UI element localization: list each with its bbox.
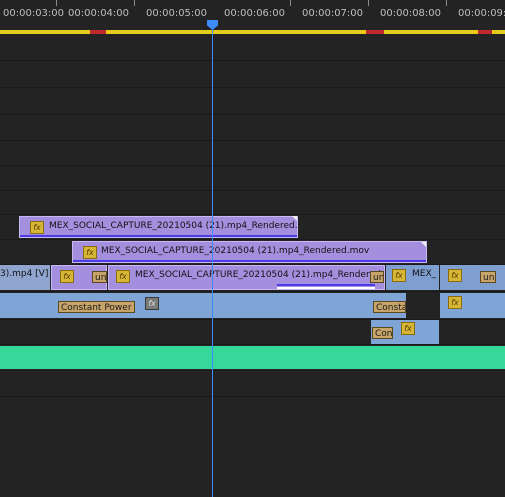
clip-name: MEX_SOCIAL_CAPTURE_20210504 (21).mp4_Ren… <box>135 270 384 280</box>
playhead-line[interactable] <box>212 28 213 497</box>
fx-badge-icon[interactable]: fx <box>116 270 130 283</box>
clip-name: 3).mp4 [V] <box>0 269 49 279</box>
fx-badge-icon[interactable]: fx <box>392 269 406 282</box>
track-divider <box>0 165 505 166</box>
audio-transition-label[interactable]: Constant Power <box>58 301 135 313</box>
video-clip[interactable]: fx MEX_SOCIAL_CAPTURE_20210504 (21).mp4_… <box>108 265 385 290</box>
timecode-label: 00:00:09:0 <box>458 8 505 19</box>
timecode-label: 00:00:05:00 <box>146 8 208 19</box>
clip-render-line <box>73 260 426 262</box>
ruler-tick <box>56 0 57 6</box>
audio-clip[interactable]: fx <box>440 293 505 318</box>
clip-end-marker-icon <box>421 242 426 247</box>
timecode-label: 00:00:04:00 <box>68 8 130 19</box>
fx-badge-icon[interactable]: fx <box>448 296 462 309</box>
fx-badge-icon[interactable]: fx <box>83 246 97 259</box>
track-divider <box>0 291 505 292</box>
clip-name: MEX_SOCIAL_CAPTURE_20210504 (21).mp4_Ren… <box>49 221 298 231</box>
clip-name: MEX_ <box>412 269 437 279</box>
clip-render-line <box>20 235 297 237</box>
track-divider <box>0 140 505 141</box>
timecode-label: 00:00:07:00 <box>302 8 364 19</box>
ruler-tick <box>368 0 369 6</box>
transition-label[interactable]: un <box>370 271 384 283</box>
video-clip[interactable]: fx MEX_SOCIAL_CAPTURE_20210504 (21).mp4_… <box>72 241 427 263</box>
render-bar-red <box>90 30 106 34</box>
video-clip[interactable]: 3).mp4 [V] <box>0 265 50 290</box>
track-divider <box>0 239 505 240</box>
track-divider <box>0 87 505 88</box>
fx-badge-icon[interactable]: fx <box>145 297 159 310</box>
track-divider <box>0 344 505 345</box>
render-bar-red <box>478 30 492 34</box>
audio-clip[interactable] <box>0 346 505 369</box>
timecode-label: 00:00:06:00 <box>224 8 286 19</box>
clip-render-line <box>277 284 375 286</box>
timecode-label: 00:00:03:00 <box>3 8 65 19</box>
time-ruler[interactable]: 00:00:03:00 00:00:04:00 00:00:05:00 00:0… <box>0 0 505 30</box>
video-clip[interactable]: fx MEX_ <box>386 265 439 290</box>
render-bar-red <box>366 30 384 34</box>
track-divider <box>0 60 505 61</box>
video-clip[interactable]: fx MEX_SOCIAL_CAPTURE_20210504 (21).mp4_… <box>19 216 298 238</box>
ruler-tick <box>446 0 447 6</box>
ruler-tick <box>134 0 135 6</box>
transition-label[interactable]: un <box>92 271 107 283</box>
fx-badge-icon[interactable]: fx <box>448 269 462 282</box>
track-divider <box>0 190 505 191</box>
fx-badge-icon[interactable]: fx <box>60 270 74 283</box>
audio-transition-label[interactable]: Con <box>372 327 393 339</box>
work-area-bar[interactable] <box>0 30 505 34</box>
timecode-label: 00:00:08:00 <box>380 8 442 19</box>
clip-render-line <box>277 287 375 289</box>
clip-name: MEX_SOCIAL_CAPTURE_20210504 (21).mp4_Ren… <box>101 246 370 256</box>
track-divider <box>0 370 505 371</box>
fx-badge-icon[interactable]: fx <box>401 322 415 335</box>
track-divider <box>0 114 505 115</box>
clip-end-marker-icon <box>292 216 297 221</box>
ruler-tick <box>290 0 291 6</box>
track-divider <box>0 214 505 215</box>
track-divider <box>0 396 505 397</box>
audio-transition-label[interactable]: Consta <box>373 301 406 313</box>
transition-label[interactable]: un <box>480 271 496 283</box>
fx-badge-icon[interactable]: fx <box>30 221 44 234</box>
